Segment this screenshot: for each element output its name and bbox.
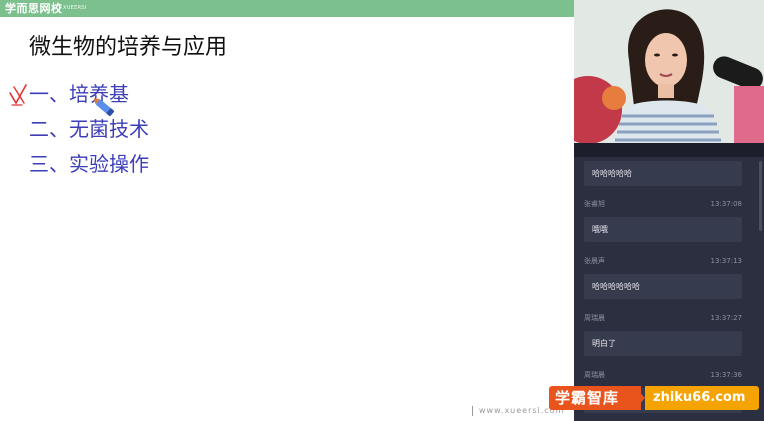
teacher-video-frame [574, 0, 764, 143]
video-chat-separator [574, 143, 764, 157]
chat-timestamp: 13:37:27 [710, 314, 742, 322]
teacher-video[interactable] [574, 0, 764, 143]
brand-divider [59, 4, 60, 13]
chat-message-bubble: 哦哦 [584, 217, 742, 242]
site-watermark: 学霸智库 zhiku66.com [549, 386, 759, 410]
chat-sender-name: 张睿旭 [584, 200, 605, 208]
watermark-url: zhiku66.com [653, 390, 746, 405]
watermark-brand: 学霸智库 [555, 389, 620, 407]
backdrop-orange-circle [602, 86, 626, 110]
chat-sender-name: 周瑞晨 [584, 314, 605, 322]
brand-logo: 学而思网校 [5, 2, 63, 15]
chat-message-text: 哦哦 [592, 225, 608, 234]
chat-message-text: 哈哈哈哈哈 [592, 169, 632, 178]
watermark-badge: 学霸智库 [549, 386, 641, 410]
chat-timestamp: 13:37:08 [710, 200, 742, 208]
chat-message-text: 哈哈哈哈哈哈 [592, 282, 640, 291]
highlighter-pen-icon [93, 98, 115, 117]
red-check-icon [9, 84, 27, 106]
chat-message-bubble: 哈哈哈哈哈哈 [584, 274, 742, 299]
chat-scrollbar[interactable] [759, 161, 762, 231]
chat-sender-name: 张晨声 [584, 257, 605, 265]
watermark-url-box: zhiku66.com [645, 386, 759, 410]
chat-timestamp: 13:37:36 [710, 371, 742, 379]
chat-message-bubble: 明白了 [584, 331, 742, 356]
slide-title: 微生物的培养与应用 [29, 35, 228, 60]
chat-sender-name: 周瑞晨 [584, 371, 605, 379]
chat-timestamp: 13:37:13 [710, 257, 742, 265]
outline-item-3: 三、实验操作 [29, 152, 149, 176]
chat-panel[interactable]: 哈哈哈哈哈 张睿旭 13:37:08 哦哦 张晨声 13:37:13 哈哈哈哈哈… [574, 157, 764, 421]
brand-subtitle: XUEERSI [63, 5, 87, 11]
chat-message-text: 明白了 [592, 339, 616, 348]
watermark-arrow-icon [637, 389, 645, 407]
chat-message-bubble: 哈哈哈哈哈 [584, 161, 742, 186]
pen-annotation [9, 84, 115, 117]
brand-bar: 学而思网校 XUEERSI [0, 0, 574, 17]
slide-area: 微生物的培养与应用 一、培养基 二、无菌技术 三、实验操作 www.xueers… [0, 17, 574, 421]
footer-divider [472, 406, 473, 416]
